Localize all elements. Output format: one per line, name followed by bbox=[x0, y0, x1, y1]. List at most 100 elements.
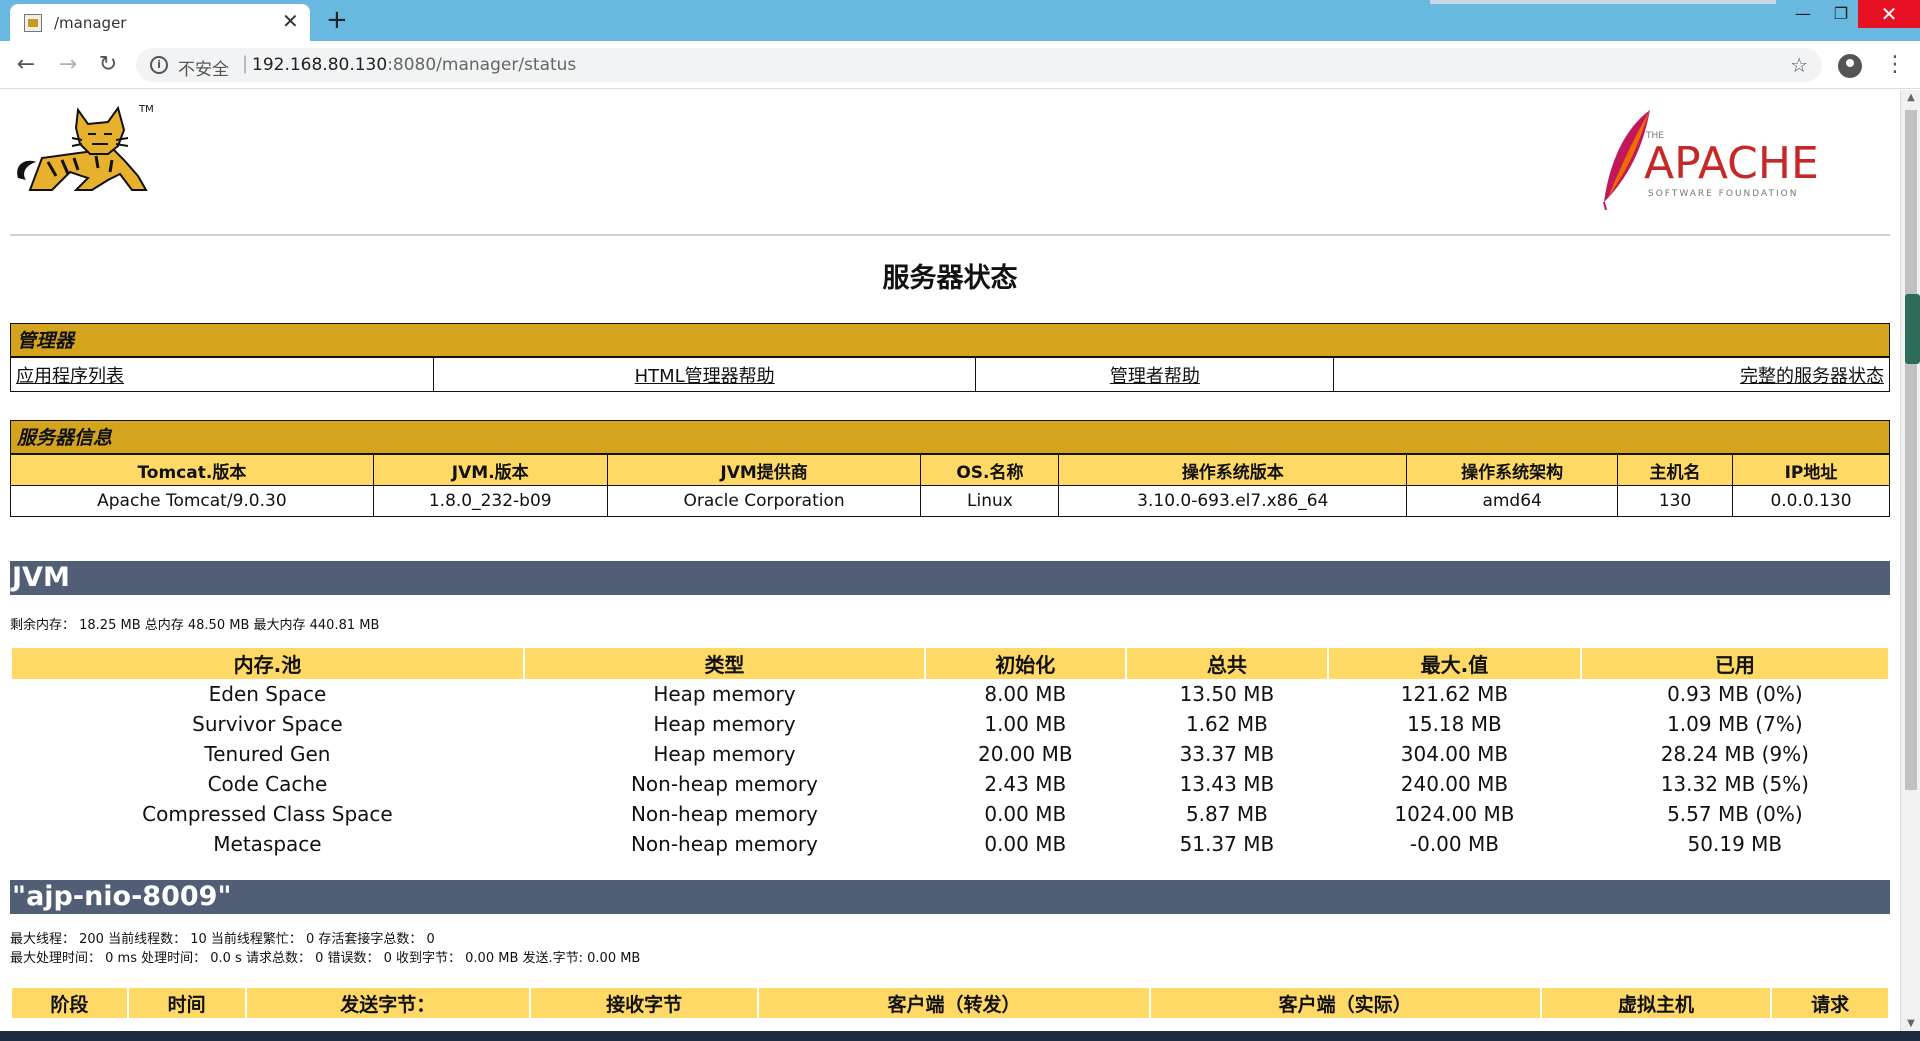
url-text[interactable]: 192.168.80.130:8080/manager/status bbox=[252, 55, 576, 75]
total-cell: 13.50 MB bbox=[1179, 682, 1275, 706]
scrollbar-thumb[interactable] bbox=[1905, 110, 1917, 790]
link-manager-help[interactable]: 管理者帮助 bbox=[975, 357, 1335, 392]
col-jvm-vendor: JVM提供商 bbox=[606, 454, 922, 486]
col-stage: 阶段 bbox=[12, 988, 127, 1018]
close-tab-icon[interactable]: ✕ bbox=[282, 10, 299, 32]
col-virtual-host: 虚拟主机 bbox=[1541, 988, 1771, 1018]
maximum-cell: 240.00 MB bbox=[1400, 772, 1509, 796]
pool-type-cell: Non-heap memory bbox=[630, 802, 818, 826]
os-arch-value: amd64 bbox=[1406, 485, 1619, 517]
back-arrow-icon[interactable]: ← bbox=[10, 49, 42, 81]
ip-address-value: 0.0.0.130 bbox=[1732, 485, 1890, 517]
total-cell: 5.87 MB bbox=[1185, 802, 1268, 826]
initial-cell: 2.43 MB bbox=[984, 772, 1067, 796]
link-complete-server-status[interactable]: 完整的服务器状态 bbox=[1333, 357, 1890, 392]
pool-type-cell: Non-heap memory bbox=[630, 832, 818, 856]
link-html-manager-help[interactable]: HTML管理器帮助 bbox=[432, 357, 977, 392]
jvm-section-title: JVM bbox=[10, 561, 1890, 595]
memory-pool-row: Survivor Space Heap memory 1.00 MB 1.62 MB 1… bbox=[12, 709, 1888, 739]
maximum-cell: -0.00 MB bbox=[1409, 832, 1499, 856]
memory-pool-row: Eden Space Heap memory 8.00 MB 13.50 MB 121.… bbox=[12, 679, 1888, 709]
used-cell: 1.09 MB (7%) bbox=[1667, 712, 1803, 736]
browser-menu-icon[interactable]: ⋮ bbox=[1884, 51, 1906, 79]
address-bar[interactable]: i 不安全 | 192.168.80.130:8080/manager/stat… bbox=[136, 48, 1822, 82]
request-table: 阶段 时间 发送字节： 接收字节 客户端（转发） 客户端（实际） 虚拟主机 请求 bbox=[10, 988, 1890, 1018]
col-request: 请求 bbox=[1772, 988, 1888, 1018]
used-cell: 28.24 MB (9%) bbox=[1660, 742, 1809, 766]
pool-name-cell: Tenured Gen bbox=[204, 742, 331, 766]
pool-type-cell: Non-heap memory bbox=[630, 772, 818, 796]
request-stats: 最大处理时间： 0 ms 处理时间： 0.0 s 请求总数： 0 错误数： 0 … bbox=[10, 951, 641, 966]
used-cell: 0.93 MB (0%) bbox=[1667, 682, 1803, 706]
new-tab-icon[interactable]: + bbox=[326, 4, 348, 36]
col-memory-pool: 内存.池 bbox=[12, 648, 523, 679]
bookmark-star-icon[interactable]: ☆ bbox=[1790, 53, 1808, 77]
col-bytes-sent: 发送字节： bbox=[246, 988, 529, 1018]
col-time: 时间 bbox=[128, 988, 245, 1018]
memory-table-header-row: 内存.池 类型 初始化 总共 最大.值 已用 bbox=[12, 648, 1888, 679]
link-app-list[interactable]: 应用程序列表 bbox=[10, 357, 434, 392]
col-os-name: OS.名称 bbox=[920, 454, 1060, 486]
apache-subtitle: SOFTWARE FOUNDATION bbox=[1648, 189, 1798, 199]
page-scrollbar[interactable]: ▲ ▼ bbox=[1900, 90, 1920, 1031]
scroll-down-icon[interactable]: ▼ bbox=[1901, 1018, 1920, 1029]
col-maximum: 最大.值 bbox=[1329, 648, 1580, 679]
maximize-window-icon[interactable]: ❐ bbox=[1826, 0, 1856, 28]
minimize-window-icon[interactable]: — bbox=[1788, 0, 1818, 28]
security-status: 不安全 bbox=[178, 60, 229, 80]
account-avatar-icon[interactable] bbox=[1838, 54, 1862, 78]
pool-name-cell: Metaspace bbox=[213, 832, 322, 856]
site-info-icon[interactable]: i bbox=[150, 56, 168, 74]
close-window-icon[interactable]: ✕ bbox=[1858, 0, 1920, 28]
page-viewport: TM THE APACHE SOFTWARE FOUNDATION 服务器状态 … bbox=[0, 90, 1900, 1031]
server-info-header: 服务器信息 bbox=[10, 420, 1890, 454]
address-toolbar: ← → ↻ i 不安全 | 192.168.80.130:8080/manage… bbox=[0, 41, 1920, 89]
total-cell: 51.37 MB bbox=[1179, 832, 1275, 856]
memory-summary: 剩余内存： 18.25 MB 总内存 48.50 MB 最大内存 440.81 … bbox=[10, 618, 380, 633]
col-tomcat-version: Tomcat.版本 bbox=[10, 454, 374, 486]
forward-arrow-icon[interactable]: → bbox=[52, 49, 84, 81]
memory-pool-row: Compressed Class Space Non-heap memory 0.0… bbox=[12, 799, 1888, 829]
col-os-version: 操作系统版本 bbox=[1058, 454, 1408, 486]
reload-icon[interactable]: ↻ bbox=[92, 49, 124, 81]
tomcat-favicon-icon bbox=[24, 14, 42, 32]
scroll-up-icon[interactable]: ▲ bbox=[1901, 92, 1920, 103]
pool-type-cell: Heap memory bbox=[653, 712, 796, 736]
side-panel-tab[interactable] bbox=[1905, 294, 1920, 364]
server-info-section: 服务器信息 Tomcat.版本 JVM.版本 JVM提供商 OS.名称 操作系统… bbox=[10, 420, 1890, 517]
browser-tab[interactable]: /manager ✕ bbox=[10, 4, 310, 41]
tomcat-trademark: TM bbox=[138, 104, 154, 115]
request-table-header-row: 阶段 时间 发送字节： 接收字节 客户端（转发） 客户端（实际） 虚拟主机 请求 bbox=[12, 988, 1888, 1018]
col-used: 已用 bbox=[1581, 648, 1888, 679]
header-divider bbox=[10, 234, 1890, 236]
maximum-cell: 121.62 MB bbox=[1400, 682, 1509, 706]
manager-header: 管理器 bbox=[10, 323, 1890, 357]
col-os-arch: 操作系统架构 bbox=[1406, 454, 1619, 486]
server-info-table: Tomcat.版本 JVM.版本 JVM提供商 OS.名称 操作系统版本 操作系… bbox=[10, 454, 1890, 517]
window-title-strip bbox=[1430, 0, 1776, 4]
jvm-vendor-value: Oracle Corporation bbox=[606, 485, 922, 517]
url-host: 192.168.80.130 bbox=[252, 55, 388, 75]
col-type: 类型 bbox=[524, 648, 924, 679]
used-cell: 50.19 MB bbox=[1687, 832, 1783, 856]
pool-name-cell: Compressed Class Space bbox=[142, 802, 393, 826]
tab-title: /manager bbox=[54, 14, 127, 32]
os-taskbar bbox=[0, 1031, 1920, 1041]
total-cell: 1.62 MB bbox=[1185, 712, 1268, 736]
memory-pool-row: Metaspace Non-heap memory 0.00 MB 51.37 MB -… bbox=[12, 829, 1888, 859]
initial-cell: 0.00 MB bbox=[984, 802, 1067, 826]
col-client-forwarded: 客户端（转发） bbox=[759, 988, 1149, 1018]
initial-cell: 20.00 MB bbox=[977, 742, 1073, 766]
pool-type-cell: Heap memory bbox=[653, 682, 796, 706]
pool-type-cell: Heap memory bbox=[653, 742, 796, 766]
tomcat-logo: TM bbox=[17, 104, 154, 191]
apache-logo: THE APACHE SOFTWARE FOUNDATION bbox=[1603, 110, 1819, 211]
maximum-cell: 15.18 MB bbox=[1407, 712, 1502, 736]
pool-name-cell: Eden Space bbox=[208, 682, 327, 706]
memory-pool-row: Code Cache Non-heap memory 2.43 MB 13.43 MB… bbox=[12, 769, 1888, 799]
tomcat-version-value: Apache Tomcat/9.0.30 bbox=[10, 485, 374, 517]
jvm-version-value: 1.8.0_232-b09 bbox=[372, 485, 608, 517]
col-hostname: 主机名 bbox=[1617, 454, 1734, 486]
maximum-cell: 1024.00 MB bbox=[1394, 802, 1515, 826]
manager-links-table: 应用程序列表 HTML管理器帮助 管理者帮助 完整的服务器状态 bbox=[10, 357, 1890, 392]
